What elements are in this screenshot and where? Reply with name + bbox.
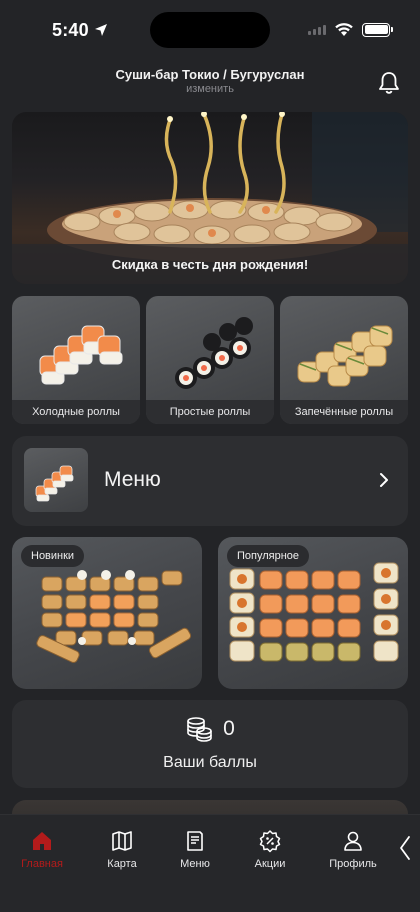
discount-badge-icon (259, 830, 281, 853)
menu-thumbnail (24, 448, 88, 512)
tab-label: Акции (254, 858, 286, 870)
tab-map[interactable]: Карта (87, 829, 157, 879)
simple-rolls-image (175, 317, 253, 389)
tab-label: Меню (180, 858, 210, 870)
status-bar: 5:40 (0, 0, 420, 62)
tab-profile[interactable]: Профиль (318, 829, 388, 879)
points-label: Ваши баллы (163, 754, 257, 771)
tab-home[interactable]: Главная (7, 829, 77, 879)
category-label: Простые роллы (146, 400, 274, 424)
tab-menu[interactable]: Меню (160, 829, 230, 879)
category-label: Запечённые роллы (280, 400, 408, 424)
banner-caption: Скидка в честь дня рождения! (12, 244, 408, 284)
chevron-left-icon[interactable] (398, 835, 412, 861)
collection-new[interactable]: Новинки (12, 537, 202, 689)
collection-badge: Новинки (21, 545, 85, 567)
location-arrow-icon (95, 24, 107, 36)
category-cold-rolls[interactable]: Холодные роллы (12, 296, 140, 424)
tab-promotions[interactable]: Акции (235, 829, 305, 879)
category-simple-rolls[interactable]: Простые роллы (146, 296, 274, 424)
category-baked-rolls[interactable]: Запечённые роллы (280, 296, 408, 424)
status-indicators (308, 22, 393, 37)
restaurant-title[interactable]: Суши-бар Токио / Бугуруслан (0, 67, 420, 82)
collection-badge: Популярное (227, 545, 310, 567)
baked-rolls-image (297, 325, 393, 387)
points-row: 0 (12, 716, 408, 742)
menu-card[interactable]: Меню (12, 436, 408, 526)
chevron-right-icon (380, 473, 388, 487)
user-icon (344, 831, 362, 851)
tab-label: Карта (107, 858, 137, 870)
home-icon (33, 832, 51, 850)
bell-icon[interactable] (376, 70, 402, 96)
category-row: Холодные роллы Простые роллы Запечённые … (12, 296, 408, 424)
wifi-icon (335, 23, 353, 36)
map-icon (112, 831, 132, 851)
status-time: 5:40 (52, 20, 89, 40)
change-location-link[interactable]: изменить (0, 83, 420, 95)
points-card[interactable]: 0 Ваши баллы (12, 700, 408, 788)
app-header: Суши-бар Токио / Бугуруслан изменить (0, 62, 420, 108)
dynamic-island (150, 12, 270, 48)
tab-label: Главная (21, 858, 63, 870)
coins-icon (187, 717, 212, 742)
collection-popular[interactable]: Популярное (218, 537, 408, 689)
points-value: 0 (223, 717, 235, 740)
category-label: Холодные роллы (12, 400, 140, 424)
cellular-signal-icon (308, 24, 326, 35)
menu-label: Меню (104, 468, 161, 491)
promo-banner[interactable]: Скидка в честь дня рождения! (12, 112, 408, 284)
tab-label: Профиль (329, 858, 377, 870)
menu-book-icon (187, 831, 203, 851)
tab-bar: Главная Карта Меню Акции Профиль (0, 814, 420, 912)
battery-icon (362, 22, 393, 37)
cold-rolls-image (39, 325, 123, 385)
